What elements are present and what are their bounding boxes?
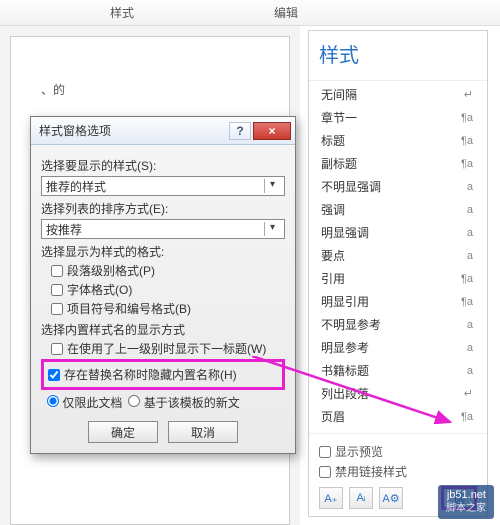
- ribbon-groups: 样式 编辑: [0, 0, 500, 26]
- style-item[interactable]: 不明显参考 a: [309, 313, 487, 336]
- style-name: 不明显强调: [321, 178, 381, 195]
- dialog-body: 选择要显示的样式(S): 推荐的样式 ▾ 选择列表的排序方式(E): 按推荐 ▾…: [31, 145, 295, 453]
- style-tag: a: [467, 319, 473, 331]
- style-item[interactable]: 章节一 ¶a: [309, 106, 487, 129]
- style-name: 页眉: [321, 408, 345, 425]
- show-preview-checkbox[interactable]: 显示预览: [319, 443, 477, 460]
- style-name: 列出段落: [321, 385, 369, 402]
- style-item[interactable]: 页眉 ¶a: [309, 405, 487, 428]
- disable-linked-label: 禁用链接样式: [335, 463, 407, 480]
- cb-bullet-format[interactable]: 项目符号和编号格式(B): [51, 300, 285, 317]
- chevron-down-icon: ▾: [264, 179, 280, 193]
- cb-prev-heading[interactable]: 在使用了上一级别时显示下一标题(W): [51, 340, 285, 357]
- dialog-title-text: 样式窗格选项: [39, 122, 111, 139]
- cb-hide-replace[interactable]: 存在替换名称时隐藏内置名称(H): [48, 366, 280, 383]
- doc-text-line: 、的: [41, 77, 273, 103]
- label-select-show: 选择要显示的样式(S):: [41, 157, 285, 174]
- style-tag: ↵: [464, 387, 473, 400]
- style-item[interactable]: 列出段落 ↵: [309, 382, 487, 405]
- style-item[interactable]: 明显强调 a: [309, 221, 487, 244]
- style-name: 要点: [321, 247, 345, 264]
- style-item[interactable]: 明显引用 ¶a: [309, 290, 487, 313]
- manage-styles-icon[interactable]: A⚙: [379, 487, 403, 509]
- styles-pane-title: 样式: [309, 31, 487, 81]
- watermark: jb51.net 脚本之家: [438, 485, 494, 519]
- styles-list[interactable]: 无间隔↵章节一¶a标题¶a副标题¶a不明显强调a强调a明显强调a要点a引用¶a明…: [309, 81, 487, 433]
- select-sort-value: 按推荐: [46, 221, 82, 238]
- select-sort[interactable]: 按推荐 ▾: [41, 219, 285, 239]
- style-tag: ¶a: [461, 296, 473, 308]
- style-tag: a: [467, 365, 473, 377]
- style-tag: a: [467, 181, 473, 193]
- cancel-button[interactable]: 取消: [168, 421, 238, 443]
- scope-radio-group: 仅限此文档 基于该模板的新文: [47, 394, 285, 411]
- rb-template[interactable]: 基于该模板的新文: [128, 394, 239, 411]
- style-item[interactable]: 强调 a: [309, 198, 487, 221]
- show-preview-label: 显示预览: [335, 443, 383, 460]
- style-name: 明显引用: [321, 293, 369, 310]
- style-item[interactable]: 要点 a: [309, 244, 487, 267]
- dialog-titlebar[interactable]: 样式窗格选项 ? ×: [31, 117, 295, 145]
- ok-button[interactable]: 确定: [88, 421, 158, 443]
- label-show-as-format: 选择显示为样式的格式:: [41, 243, 285, 260]
- select-show-styles[interactable]: 推荐的样式 ▾: [41, 176, 285, 196]
- style-item[interactable]: 不明显强调 a: [309, 175, 487, 198]
- cb-paragraph-format[interactable]: 段落级别格式(P): [51, 262, 285, 279]
- disable-linked-checkbox[interactable]: 禁用链接样式: [319, 463, 477, 480]
- style-name: 强调: [321, 201, 345, 218]
- style-item[interactable]: 明显参考 a: [309, 336, 487, 359]
- style-tag: ¶a: [461, 112, 473, 124]
- dialog-buttons: 确定 取消: [41, 421, 285, 443]
- style-name: 标题: [321, 132, 345, 149]
- style-tag: ¶a: [461, 158, 473, 170]
- style-name: 明显强调: [321, 224, 369, 241]
- help-icon[interactable]: ?: [229, 122, 251, 140]
- style-name: 副标题: [321, 155, 357, 172]
- new-style-icon[interactable]: A₊: [319, 487, 343, 509]
- style-item[interactable]: 无间隔 ↵: [309, 83, 487, 106]
- style-name: 书籍标题: [321, 362, 369, 379]
- style-name: 无间隔: [321, 86, 357, 103]
- style-name: 不明显参考: [321, 316, 381, 333]
- style-name: 引用: [321, 270, 345, 287]
- styles-pane: 样式 无间隔 ↵ 章节一 ¶a 标题 ¶a 副标题 ¶a 不明显强调 a 强调 a 明显强调 a 要点 a 引用…: [308, 30, 488, 517]
- ribbon-group-styles: 样式: [110, 4, 134, 21]
- ribbon-group-edit: 编辑: [274, 4, 298, 21]
- style-tag: ¶a: [461, 273, 473, 285]
- style-item[interactable]: 书籍标题 a: [309, 359, 487, 382]
- rb-this-doc[interactable]: 仅限此文档: [47, 394, 122, 411]
- style-tag: a: [467, 227, 473, 239]
- style-inspector-icon[interactable]: Aᵢ: [349, 487, 373, 509]
- close-icon[interactable]: ×: [253, 122, 291, 140]
- select-show-value: 推荐的样式: [46, 178, 106, 195]
- style-name: 明显参考: [321, 339, 369, 356]
- show-preview-input[interactable]: [319, 446, 331, 458]
- style-item[interactable]: 引用 ¶a: [309, 267, 487, 290]
- style-tag: ¶a: [461, 411, 473, 423]
- style-tag: ¶a: [461, 135, 473, 147]
- chevron-down-icon: ▾: [264, 222, 280, 236]
- style-tag: a: [467, 250, 473, 262]
- cb-font-format[interactable]: 字体格式(O): [51, 281, 285, 298]
- style-item[interactable]: 副标题 ¶a: [309, 152, 487, 175]
- label-builtin-display: 选择内置样式名的显示方式: [41, 321, 285, 338]
- style-pane-options-dialog: 样式窗格选项 ? × 选择要显示的样式(S): 推荐的样式 ▾ 选择列表的排序方…: [30, 116, 296, 454]
- disable-linked-input[interactable]: [319, 466, 331, 478]
- label-sort: 选择列表的排序方式(E):: [41, 200, 285, 217]
- style-name: 章节一: [321, 109, 357, 126]
- style-item[interactable]: 标题 ¶a: [309, 129, 487, 152]
- style-tag: a: [467, 342, 473, 354]
- highlight-box: 存在替换名称时隐藏内置名称(H): [41, 359, 285, 390]
- style-tag: ↵: [464, 88, 473, 101]
- style-tag: a: [467, 204, 473, 216]
